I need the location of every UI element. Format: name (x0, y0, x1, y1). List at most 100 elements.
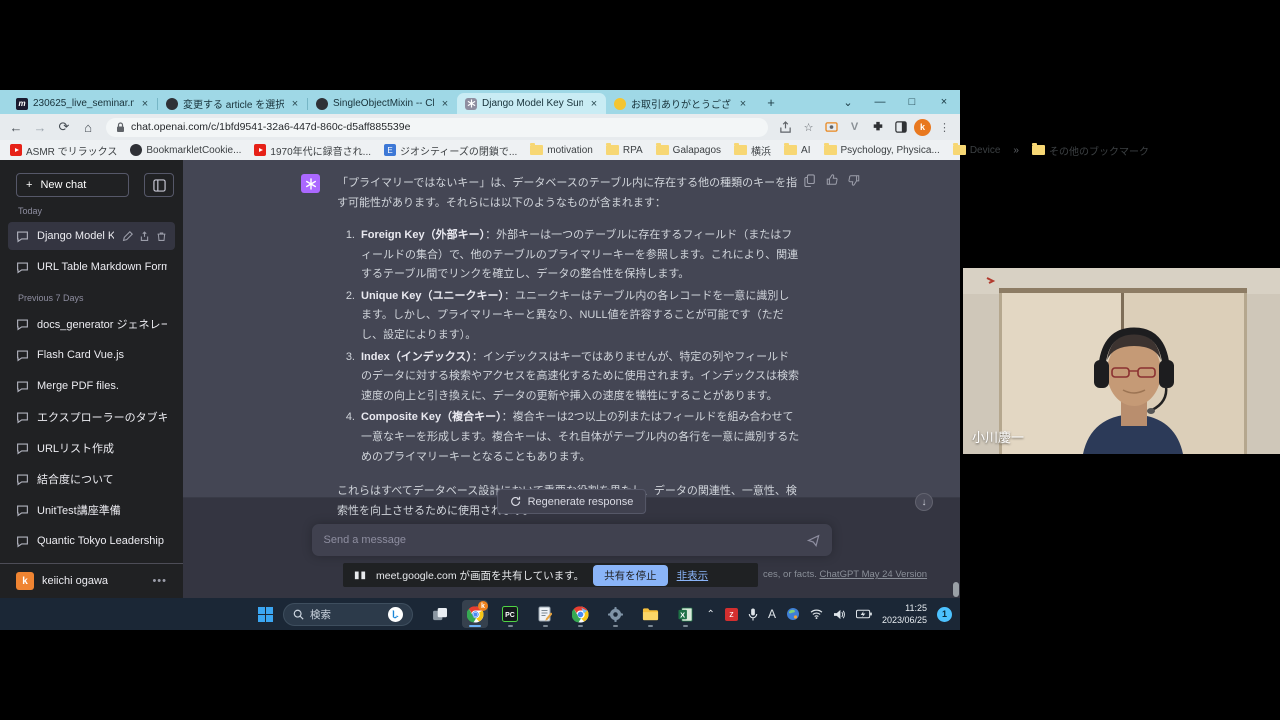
bookmark-folder-motivation[interactable]: motivation (530, 145, 593, 156)
chat-item-url-list[interactable]: URLリスト作成 (8, 434, 175, 462)
wifi-icon[interactable] (810, 609, 823, 619)
version-link[interactable]: ChatGPT May 24 Version (820, 569, 928, 580)
list-item-term: Composite Key（複合キー） (361, 411, 502, 423)
address-bar[interactable]: chat.openai.com/c/1bfd9541-32a6-447d-860… (106, 118, 768, 137)
bookmark-folder-galapagos[interactable]: Galapagos (656, 145, 721, 156)
share-page-icon[interactable] (776, 118, 795, 137)
folder-icon (734, 145, 747, 155)
tab-close-icon[interactable]: × (139, 98, 151, 110)
bookmark-geocities[interactable]: Eジオシティーズの閉鎖で... (384, 143, 517, 158)
forward-icon[interactable]: → (30, 117, 50, 137)
taskbar-excel[interactable]: X (672, 600, 698, 628)
thumbs-down-icon[interactable] (848, 174, 860, 186)
back-icon[interactable]: ← (6, 117, 26, 137)
folder-icon (784, 145, 797, 155)
tab-label: 変更する article を選択 | Djang (183, 96, 284, 111)
chatgpt-main: 「プライマリーではないキー」は、データベースのテーブル内に存在する他の種類のキー… (183, 160, 960, 598)
bookmark-asmr[interactable]: ASMR でリラックス (10, 143, 117, 158)
scrollbar-thumb[interactable] (953, 582, 959, 597)
bookmark-label: その他のブックマーク (1049, 143, 1149, 158)
thumbs-up-icon[interactable] (826, 174, 838, 186)
share-chat-icon[interactable] (139, 231, 150, 242)
scroll-to-bottom-button[interactable]: ↓ (915, 493, 933, 511)
ime-mode-indicator[interactable]: A (768, 607, 776, 621)
tab-django-article[interactable]: 変更する article を選択 | Djang × (158, 93, 307, 114)
collapse-sidebar-button[interactable] (144, 173, 174, 197)
chat-item-unittest[interactable]: UnitTest講座準備 (8, 496, 175, 524)
message-input[interactable]: Send a message (312, 524, 832, 556)
taskbar-clock[interactable]: 11:25 2023/06/25 (882, 602, 927, 626)
battery-icon[interactable] (856, 609, 872, 619)
new-tab-button[interactable]: + (761, 92, 781, 112)
chat-item-coupling[interactable]: 結合度について (8, 465, 175, 493)
tab-chatgpt-active[interactable]: Django Model Key Summary × (457, 93, 606, 114)
home-icon[interactable]: ⌂ (78, 117, 98, 137)
chat-item-quantic[interactable]: Quantic Tokyo Leadership Sch (8, 527, 175, 555)
bookmark-star-icon[interactable]: ☆ (799, 118, 818, 137)
bookmark-folder-device[interactable]: Device (953, 145, 1001, 156)
chat-item-merge-pdf[interactable]: Merge PDF files. (8, 372, 175, 400)
volume-icon[interactable] (833, 609, 846, 620)
reload-icon[interactable]: ⟳ (54, 117, 74, 137)
close-button[interactable]: × (928, 90, 960, 114)
new-chat-button[interactable]: + New chat (16, 173, 129, 197)
stop-sharing-button[interactable]: 共有を停止 (593, 565, 668, 586)
chat-item-url-table[interactable]: URL Table Markdown Format (8, 253, 175, 281)
other-bookmarks[interactable]: その他のブックマーク (1032, 143, 1149, 158)
chat-item-explorer-tabkey[interactable]: エクスプローラーのタブキー挙動 (8, 403, 175, 431)
bookmark-folder-yokohama[interactable]: 横浜 (734, 143, 771, 158)
vimium-extension-icon[interactable]: V (845, 118, 864, 137)
start-button[interactable] (258, 607, 273, 622)
tray-red-app-icon[interactable]: z (725, 608, 738, 621)
taskbar-chrome-secondary[interactable] (567, 600, 593, 628)
bookmark-folder-psychology[interactable]: Psychology, Physica... (824, 145, 940, 156)
taskbar-chrome-active[interactable]: k (462, 600, 488, 628)
folder-icon (656, 145, 669, 155)
taskbar-settings[interactable] (602, 600, 628, 628)
extensions-puzzle-icon[interactable] (868, 118, 887, 137)
tab-singleobjectmixin[interactable]: SingleObjectMixin -- Classy C × (308, 93, 457, 114)
regenerate-response-button[interactable]: Regenerate response (497, 489, 647, 514)
chrome-menu-icon[interactable]: ⋮ (935, 118, 954, 137)
trash-icon[interactable] (156, 231, 167, 242)
taskbar-notepad[interactable] (532, 600, 558, 628)
chat-item-docs-generator[interactable]: docs_generator ジェネレーター (8, 310, 175, 338)
bookmark-bookmarklet[interactable]: BookmarkletCookie... (130, 144, 241, 156)
minimize-button[interactable]: — (864, 90, 896, 114)
taskbar-pycharm[interactable]: PC (497, 600, 523, 628)
bookmark-folder-ai[interactable]: AI (784, 145, 810, 156)
folder-icon (824, 145, 837, 155)
list-item: 3. Index（インデックス）：インデックスはキーではありませんが、特定の列や… (343, 348, 800, 407)
profile-avatar[interactable]: k (914, 119, 931, 136)
user-menu-icon[interactable]: ••• (152, 575, 167, 587)
weather-globe-icon[interactable] (786, 607, 800, 621)
tab-close-icon[interactable]: × (737, 98, 749, 110)
tab-live-seminar[interactable]: m 230625_live_seminar.md × (8, 93, 157, 114)
task-view-button[interactable] (427, 600, 453, 628)
tab-close-icon[interactable]: × (439, 98, 451, 110)
bookmark-label: motivation (547, 145, 593, 156)
taskbar-search[interactable]: 検索 (283, 603, 413, 626)
chat-item-flash-card[interactable]: Flash Card Vue.js (8, 341, 175, 369)
bookmark-folder-rpa[interactable]: RPA (606, 145, 643, 156)
taskbar-file-explorer[interactable] (637, 600, 663, 628)
tab-transaction-mail[interactable]: お取引ありがとうございます。 × (606, 93, 755, 114)
chat-item-django-model-key[interactable]: Django Model Key Su (8, 222, 175, 250)
hide-banner-link[interactable]: 非表示 (677, 568, 709, 583)
screenshot-extension-icon[interactable] (822, 118, 841, 137)
edit-pencil-icon[interactable] (122, 231, 133, 242)
notification-badge[interactable]: 1 (937, 607, 952, 622)
bookmarks-overflow-chevron[interactable]: » (1013, 145, 1019, 156)
tab-close-icon[interactable]: × (289, 98, 301, 110)
maximize-button[interactable]: □ (896, 90, 928, 114)
side-panel-icon[interactable] (891, 118, 910, 137)
copy-icon[interactable] (804, 174, 816, 187)
user-account-row[interactable]: k keiichi ogawa ••• (8, 567, 175, 595)
chrome-canary-icon (572, 606, 589, 623)
hidden-icons-chevron[interactable]: ⌃ (707, 609, 715, 620)
send-icon[interactable] (807, 534, 820, 547)
bookmark-1970s[interactable]: 1970年代に録音され... (254, 143, 371, 158)
tab-search-chevron-icon[interactable]: ⌄ (832, 90, 864, 114)
microphone-icon[interactable] (748, 608, 758, 621)
tab-close-icon[interactable]: × (588, 98, 600, 110)
